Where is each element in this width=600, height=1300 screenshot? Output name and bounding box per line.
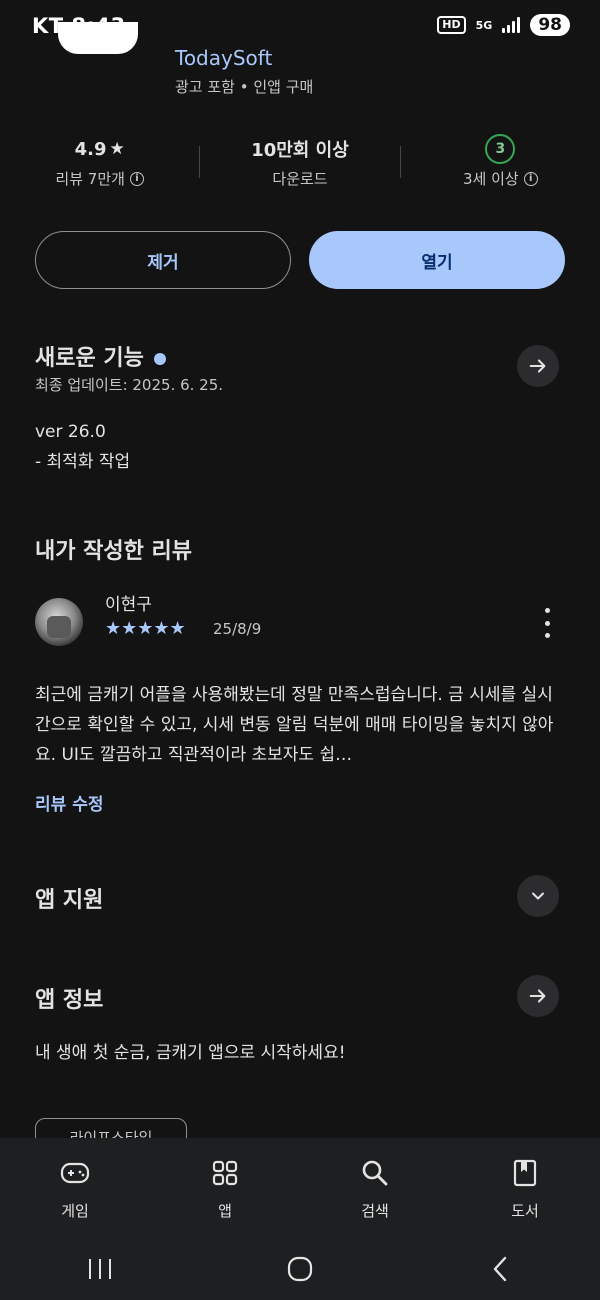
system-navigation-bar [0, 1238, 600, 1300]
review-text: 최근에 금캐기 어플을 사용해봤는데 정말 만족스럽습니다. 금 시세를 실시간… [35, 685, 554, 765]
uninstall-button[interactable]: 제거 [35, 231, 291, 289]
stats-row: 4.9 ★ 리뷰 7만개 i 10만회 이상 다운로드 3 3세 이상 i [0, 134, 600, 194]
bottom-navigation: 게임 앱 검색 도서 [0, 1138, 600, 1238]
recent-apps-button[interactable] [70, 1249, 130, 1289]
recent-apps-icon [89, 1259, 111, 1279]
developer-link[interactable]: TodaySoft [175, 46, 272, 70]
edit-review-link[interactable]: 리뷰 수정 [35, 790, 103, 815]
downloads-label: 다운로드 [272, 170, 328, 188]
arrow-right-icon [529, 359, 546, 373]
app-icon [58, 22, 138, 54]
nav-games[interactable]: 게임 [0, 1138, 150, 1238]
home-button[interactable] [270, 1249, 330, 1289]
app-meta: 광고 포함 • 인앱 구매 [175, 78, 314, 96]
my-review-heading: 내가 작성한 리뷰 [35, 539, 192, 564]
downloads-stat: 10만회 이상 다운로드 [200, 134, 399, 194]
version-text: ver 26.0 [35, 422, 106, 442]
whats-new-title: 새로운 기능 [35, 346, 144, 371]
release-notes: - 최적화 작업 [35, 452, 131, 472]
app-support-heading[interactable]: 앱 지원 [35, 882, 103, 914]
rating-stat[interactable]: 4.9 ★ 리뷰 7만개 i [0, 134, 199, 194]
avatar [35, 598, 83, 646]
age-rating-badge: 3 [485, 134, 516, 164]
app-info-arrow-button[interactable] [517, 975, 559, 1017]
nav-apps-label: 앱 [218, 1202, 232, 1220]
whats-new-arrow-button[interactable] [517, 345, 559, 387]
chevron-down-icon [532, 892, 544, 900]
apps-grid-icon [208, 1156, 242, 1190]
app-info-heading[interactable]: 앱 정보 [35, 982, 103, 1014]
last-updated: 최종 업데이트: 2025. 6. 25. [35, 376, 224, 394]
nav-search-label: 검색 [361, 1202, 389, 1220]
app-support-expand-button[interactable] [517, 875, 559, 917]
search-icon [358, 1156, 392, 1190]
age-rating-stat[interactable]: 3 3세 이상 i [401, 134, 600, 194]
nav-games-label: 게임 [61, 1202, 89, 1220]
arrow-right-icon [529, 989, 546, 1003]
age-rating-label: 3세 이상 [462, 170, 519, 188]
review-stars: ★★★★★ [105, 618, 186, 639]
more-options-icon[interactable] [537, 608, 557, 638]
review-count: 리뷰 7만개 [55, 170, 125, 188]
info-icon: i [523, 171, 538, 186]
signal-icon [502, 17, 521, 33]
nav-apps[interactable]: 앱 [150, 1138, 300, 1238]
review-date: 25/8/9 [213, 620, 262, 638]
back-icon [493, 1256, 507, 1282]
nav-books[interactable]: 도서 [450, 1138, 600, 1238]
status-icons: HD 5G 98 [437, 14, 570, 36]
whats-new-heading[interactable]: 새로운 기능 [35, 340, 166, 372]
new-indicator-dot [153, 353, 166, 365]
hd-voice-icon: HD [437, 16, 466, 34]
info-icon: i [129, 171, 144, 186]
home-icon [287, 1256, 313, 1282]
gamepad-icon [58, 1156, 92, 1190]
rating-value: 4.9 [74, 138, 107, 160]
app-description: 내 생애 첫 순금, 금캐기 앱으로 시작하세요! [35, 1043, 346, 1063]
reviewer-name: 이현구 [105, 595, 152, 615]
star-icon: ★ [109, 139, 125, 159]
nav-search[interactable]: 검색 [300, 1138, 450, 1238]
nav-books-label: 도서 [511, 1202, 539, 1220]
downloads-value: 10만회 이상 [251, 140, 349, 161]
back-button[interactable] [470, 1249, 530, 1289]
network-5g-icon: 5G [475, 18, 493, 32]
book-icon [508, 1156, 542, 1190]
open-button[interactable]: 열기 [309, 231, 565, 289]
battery-indicator: 98 [530, 14, 570, 36]
